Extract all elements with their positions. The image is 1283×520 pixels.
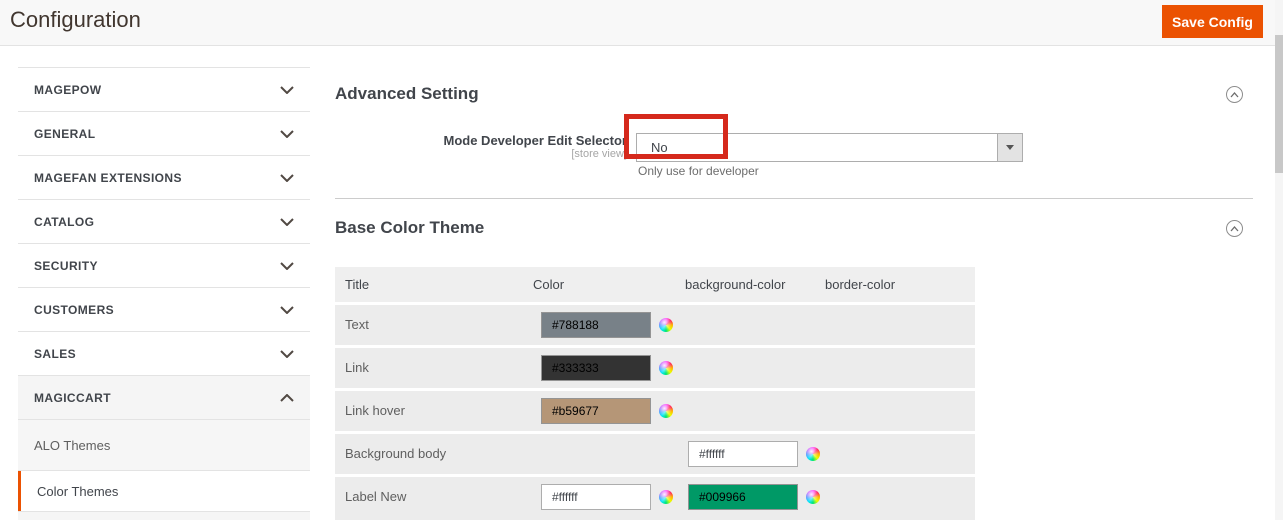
table-row-text: Text	[335, 305, 975, 345]
color-picker-icon[interactable]	[806, 490, 820, 504]
sidebar-item-label: MAGEPOW	[34, 83, 101, 97]
color-value-input[interactable]	[541, 355, 651, 381]
col-header-color: Color	[533, 267, 564, 302]
chevron-down-icon	[280, 306, 294, 314]
background-value-input[interactable]	[688, 484, 798, 510]
sidebar-item-customers[interactable]: CUSTOMERS	[18, 287, 310, 331]
color-cell	[541, 398, 673, 424]
row-title: Background body	[345, 434, 446, 474]
chevron-down-icon	[280, 262, 294, 270]
color-value-input[interactable]	[541, 312, 651, 338]
sidebar-item-magiccart[interactable]: MAGICCART	[18, 375, 310, 419]
table-row-link-hover: Link hover	[335, 391, 975, 431]
collapse-advanced-icon[interactable]	[1226, 86, 1243, 103]
sidebar-item-security[interactable]: SECURITY	[18, 243, 310, 287]
col-header-title: Title	[345, 267, 369, 302]
sidebar-item-color-themes[interactable]: Color Themes	[18, 471, 310, 511]
field-scope: [store view]	[400, 148, 627, 161]
top-bar: Configuration Save Config	[0, 0, 1283, 46]
caret-down-icon	[1006, 145, 1014, 150]
sidebar-item-partial[interactable]	[18, 511, 310, 520]
sidebar-item-label: SECURITY	[34, 259, 98, 273]
sidebar-item-sales[interactable]: SALES	[18, 331, 310, 375]
color-picker-icon[interactable]	[659, 490, 673, 504]
sidebar-item-label: MAGICCART	[34, 391, 111, 405]
sidebar-item-magefan-extensions[interactable]: MAGEFAN EXTENSIONS	[18, 155, 310, 199]
sidebar-item-label: GENERAL	[34, 127, 95, 141]
sidebar-item-label: CATALOG	[34, 215, 94, 229]
color-cell	[541, 355, 673, 381]
config-sidebar: MAGEPOW GENERAL MAGEFAN EXTENSIONS CATAL…	[18, 67, 310, 520]
sidebar-item-label: SALES	[34, 347, 76, 361]
background-color-cell	[688, 484, 820, 510]
sidebar-item-catalog[interactable]: CATALOG	[18, 199, 310, 243]
background-value-input[interactable]	[688, 441, 798, 467]
sidebar-item-alo-themes[interactable]: ALO Themes	[18, 419, 310, 471]
page-title: Configuration	[10, 7, 141, 33]
sidebar-item-general[interactable]: GENERAL	[18, 111, 310, 155]
chevron-up-icon	[280, 394, 294, 402]
table-row-link: Link	[335, 348, 975, 388]
select-value: No	[651, 134, 668, 161]
chevron-down-icon	[280, 350, 294, 358]
field-note: Only use for developer	[638, 164, 759, 178]
color-picker-icon[interactable]	[659, 361, 673, 375]
color-value-input[interactable]	[541, 398, 651, 424]
chevron-down-icon	[280, 218, 294, 226]
color-picker-icon[interactable]	[659, 404, 673, 418]
sidebar-item-magepow[interactable]: MAGEPOW	[18, 67, 310, 111]
configuration-page: Configuration Save Config MAGEPOW GENERA…	[0, 0, 1283, 520]
collapse-base-color-icon[interactable]	[1226, 220, 1243, 237]
row-title: Link	[345, 348, 369, 388]
advanced-setting-title: Advanced Setting	[335, 84, 479, 104]
sidebar-subitem-label: Color Themes	[37, 484, 118, 499]
scrollbar-thumb[interactable]	[1275, 35, 1283, 173]
row-title: Link hover	[345, 391, 405, 431]
select-dropdown-button[interactable]	[997, 134, 1022, 161]
chevron-down-icon	[280, 130, 294, 138]
table-row-label-new: Label New	[335, 477, 975, 520]
row-title: Text	[345, 305, 369, 345]
base-color-theme-title: Base Color Theme	[335, 218, 484, 238]
mode-developer-select[interactable]: No	[636, 133, 1023, 162]
color-picker-icon[interactable]	[659, 318, 673, 332]
color-cell	[541, 484, 673, 510]
base-color-table: Title Color background-color border-colo…	[335, 267, 975, 520]
table-header-row: Title Color background-color border-colo…	[335, 267, 975, 302]
sidebar-item-label: CUSTOMERS	[34, 303, 114, 317]
sidebar-subitem-label: ALO Themes	[34, 438, 110, 453]
color-value-input[interactable]	[541, 484, 651, 510]
section-divider	[335, 198, 1253, 199]
table-row-background-body: Background body	[335, 434, 975, 474]
col-header-background-color: background-color	[685, 267, 785, 302]
chevron-down-icon	[280, 86, 294, 94]
row-title: Label New	[345, 477, 406, 517]
background-color-cell	[688, 441, 820, 467]
save-config-button[interactable]: Save Config	[1162, 5, 1263, 38]
field-label: Mode Developer Edit Selector	[400, 133, 627, 148]
color-cell	[541, 312, 673, 338]
chevron-down-icon	[280, 174, 294, 182]
field-label-block: Mode Developer Edit Selector [store view…	[400, 133, 627, 161]
col-header-border-color: border-color	[825, 267, 895, 302]
sidebar-item-label: MAGEFAN EXTENSIONS	[34, 171, 182, 185]
color-picker-icon[interactable]	[806, 447, 820, 461]
